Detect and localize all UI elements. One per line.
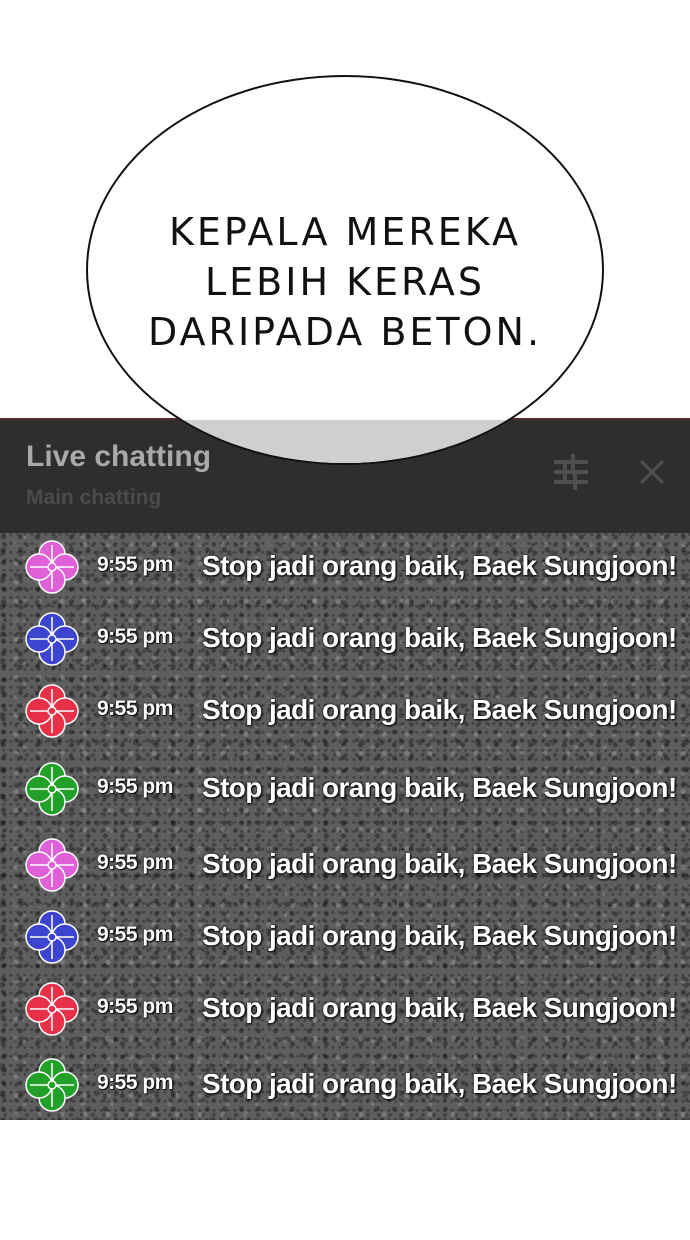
close-icon [640, 460, 664, 484]
bubble-text: KEPALA MEREKA LEBIH KERAS DARIPADA BETON… [88, 207, 602, 357]
message-text: Stop jadi orang baik, Baek Sungjoon! [202, 550, 677, 581]
bubble-line-1: KEPALA MEREKA [169, 210, 521, 254]
chat-message-row[interactable]: 9:55 pm Stop jadi orang baik, Baek Sungjo… [0, 1055, 690, 1115]
user-avatar [24, 981, 80, 1037]
chat-subtitle: Main chatting [26, 486, 162, 509]
message-timestamp: 9:55 pm [97, 923, 173, 946]
chat-message-row[interactable]: 9:55 pm Stop jadi orang baik, Baek Sungjo… [0, 681, 690, 741]
message-text: Stop jadi orang baik, Baek Sungjoon! [202, 622, 677, 653]
comic-page: Live chatting Main chatting [0, 0, 690, 1240]
message-text: Stop jadi orang baik, Baek Sungjoon! [202, 772, 677, 803]
user-avatar [24, 539, 80, 595]
chat-message-row[interactable]: 9:55 pm Stop jadi orang baik, Baek Sungjo… [0, 609, 690, 669]
chat-message-row[interactable]: 9:55 pm Stop jadi orang baik, Baek Sungjo… [0, 759, 690, 819]
message-text: Stop jadi orang baik, Baek Sungjoon! [202, 920, 677, 951]
user-avatar [24, 837, 80, 893]
flower-avatar-icon [25, 540, 79, 594]
message-text: Stop jadi orang baik, Baek Sungjoon! [202, 848, 677, 879]
message-timestamp: 9:55 pm [97, 851, 173, 874]
message-timestamp: 9:55 pm [97, 995, 173, 1018]
message-timestamp: 9:55 pm [97, 553, 173, 576]
user-avatar [24, 761, 80, 817]
message-timestamp: 9:55 pm [97, 1071, 173, 1094]
chat-message-row[interactable]: 9:55 pm Stop jadi orang baik, Baek Sungjo… [0, 537, 690, 597]
flower-avatar-icon [25, 684, 79, 738]
user-avatar [24, 1057, 80, 1113]
chat-message-row[interactable]: 9:55 pm Stop jadi orang baik, Baek Sungjo… [0, 907, 690, 967]
user-avatar [24, 611, 80, 667]
message-timestamp: 9:55 pm [97, 775, 173, 798]
message-text: Stop jadi orang baik, Baek Sungjoon! [202, 992, 677, 1023]
chat-message-row[interactable]: 9:55 pm Stop jadi orang baik, Baek Sungjo… [0, 835, 690, 895]
speech-bubble: KEPALA MEREKA LEBIH KERAS DARIPADA BETON… [86, 75, 604, 465]
flower-avatar-icon [25, 910, 79, 964]
bubble-line-3: DARIPADA BETON. [147, 310, 543, 354]
message-text: Stop jadi orang baik, Baek Sungjoon! [202, 694, 677, 725]
live-chat-panel: Live chatting Main chatting [0, 418, 690, 1120]
close-button[interactable] [632, 452, 672, 492]
bubble-shade [88, 420, 602, 463]
flower-avatar-icon [25, 1058, 79, 1112]
flower-avatar-icon [25, 612, 79, 666]
message-text: Stop jadi orang baik, Baek Sungjoon! [202, 1068, 677, 1099]
flower-avatar-icon [25, 838, 79, 892]
user-avatar [24, 683, 80, 739]
bubble-line-2: LEBIH KERAS [204, 260, 486, 304]
chat-message-row[interactable]: 9:55 pm Stop jadi orang baik, Baek Sungjo… [0, 979, 690, 1039]
flower-avatar-icon [25, 762, 79, 816]
flower-avatar-icon [25, 982, 79, 1036]
message-timestamp: 9:55 pm [97, 697, 173, 720]
user-avatar [24, 909, 80, 965]
chat-message-list[interactable]: 9:55 pm Stop jadi orang baik, Baek Sungjo… [0, 533, 690, 1120]
message-timestamp: 9:55 pm [97, 625, 173, 648]
